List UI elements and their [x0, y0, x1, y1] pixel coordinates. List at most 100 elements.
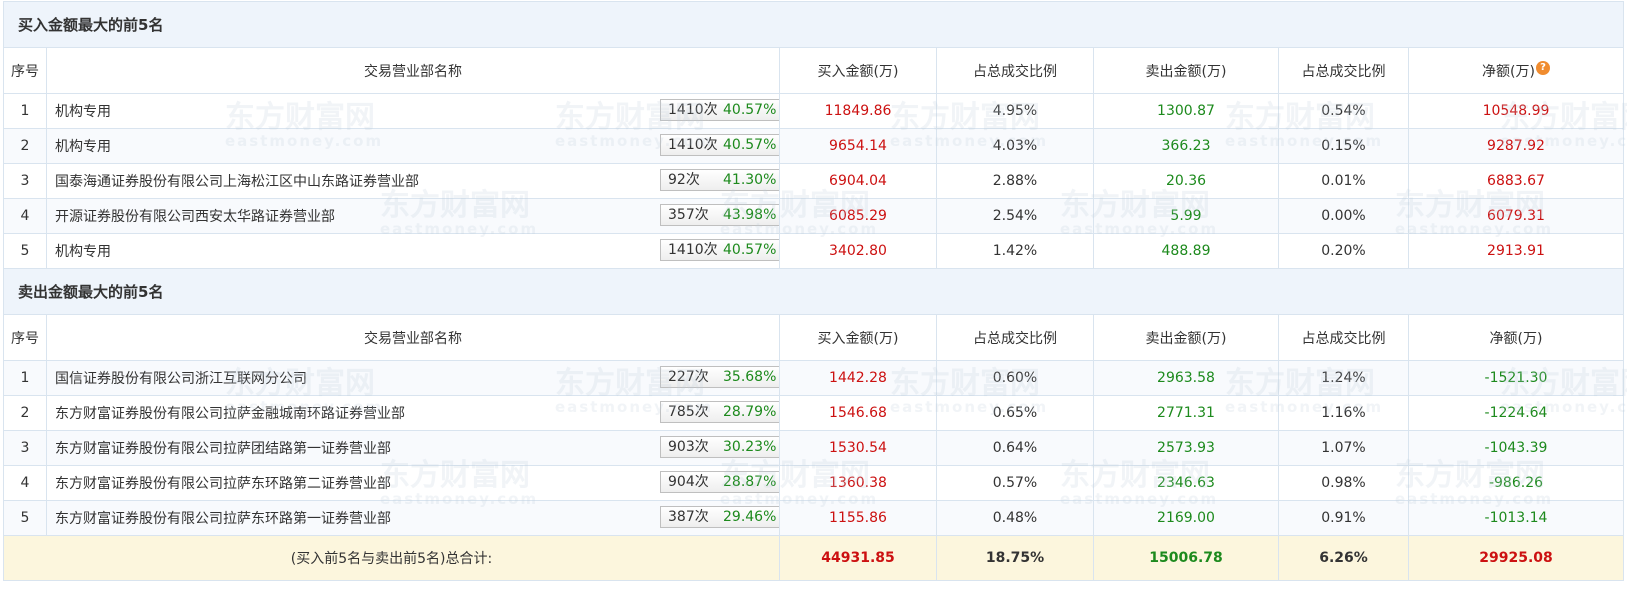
buy-ratio: 4.03%	[936, 128, 1094, 164]
sell-ratio: 1.16%	[1278, 395, 1409, 431]
column-header-label: 序号	[11, 330, 39, 347]
column-header: 买入金额(万)	[779, 47, 937, 94]
buy-ratio: 0.60%	[936, 360, 1094, 396]
sell_section-header-row: 序号 交易营业部名称 买入金额(万) 占总成交比例 卖出金额(万) 占总成交比例 净额(万)	[3, 314, 1624, 361]
buy-ratio: 0.57%	[936, 465, 1094, 501]
sell-amount: 5.99	[1093, 198, 1279, 234]
broker-count: 227次	[668, 369, 709, 385]
broker-name[interactable]: 国信证券股份有限公司浙江互联网分公司	[55, 368, 307, 388]
column-header-label: 交易营业部名称	[364, 63, 462, 80]
broker-win-rate: 28.87%	[723, 474, 777, 490]
broker-count: 1410次	[668, 137, 718, 153]
buy-amount: 6904.04	[779, 163, 937, 199]
broker-win-rate: 35.68%	[723, 369, 777, 385]
sell_section-title-row: 卖出金额最大的前5名	[3, 268, 1624, 315]
broker-name[interactable]: 开源证券股份有限公司西安太华路证券营业部	[55, 206, 335, 226]
column-header-label: 净额(万)	[1482, 63, 1535, 80]
buy-ratio: 2.88%	[936, 163, 1094, 199]
buy-amount: 9654.14	[779, 128, 937, 164]
column-header: 占总成交比例	[1278, 47, 1409, 94]
sell-ratio: 0.98%	[1278, 465, 1409, 501]
broker-count: 357次	[668, 207, 709, 223]
broker-name[interactable]: 机构专用	[55, 241, 111, 261]
section-title: 卖出金额最大的前5名	[3, 268, 1624, 315]
broker-stat-button[interactable]: 227次35.68%?	[660, 366, 779, 388]
buy-amount: 1546.68	[779, 395, 937, 431]
column-header-label: 卖出金额(万)	[1145, 330, 1227, 347]
broker-cell: 国信证券股份有限公司浙江互联网分公司227次35.68%?	[46, 360, 780, 396]
total-net: 29925.08	[1408, 535, 1624, 581]
buy-amount: 6085.29	[779, 198, 937, 234]
broker-win-rate: 28.79%	[723, 404, 777, 420]
broker-cell: 东方财富证券股份有限公司拉萨金融城南环路证券营业部 785次 28.79%	[46, 395, 780, 431]
broker-name[interactable]: 机构专用	[55, 136, 111, 156]
column-header: 买入金额(万)	[779, 314, 937, 361]
broker-name[interactable]: 东方财富证券股份有限公司拉萨团结路第一证券营业部	[55, 438, 391, 458]
broker-stat-button[interactable]: 904次 28.87%	[660, 471, 779, 493]
sell-ratio: 0.20%	[1278, 233, 1409, 269]
broker-name[interactable]: 国泰海通证券股份有限公司上海松江区中山东路证券营业部	[55, 171, 419, 191]
broker-stat-button[interactable]: 1410次40.57%?	[660, 99, 779, 121]
broker-stat-button[interactable]: 387次 29.46%	[660, 506, 779, 528]
buy-ratio: 0.48%	[936, 500, 1094, 536]
column-header: 交易营业部名称	[46, 314, 780, 361]
total-sell-ratio: 6.26%	[1278, 535, 1409, 581]
column-header: 交易营业部名称	[46, 47, 780, 94]
broker-stat-button[interactable]: 357次 43.98%	[660, 204, 779, 226]
net-amount: -986.26	[1408, 465, 1624, 501]
row-rank: 5	[3, 500, 47, 536]
column-header-label: 交易营业部名称	[364, 330, 462, 347]
buy-ratio: 1.42%	[936, 233, 1094, 269]
column-header-label: 占总成交比例	[973, 63, 1057, 80]
sell-amount: 2573.93	[1093, 430, 1279, 466]
column-header: 卖出金额(万)	[1093, 47, 1279, 94]
broker-name[interactable]: 东方财富证券股份有限公司拉萨东环路第一证券营业部	[55, 508, 391, 528]
row-rank: 4	[3, 465, 47, 501]
table-row: 5 东方财富证券股份有限公司拉萨东环路第一证券营业部 387次 29.46% 1155.…	[3, 500, 1624, 536]
broker-stat-button[interactable]: 92次 41.30%	[660, 169, 779, 191]
broker-stat-button[interactable]: 1410次 40.57%	[660, 134, 779, 156]
column-header: 序号	[3, 314, 47, 361]
broker-name[interactable]: 东方财富证券股份有限公司拉萨金融城南环路证券营业部	[55, 403, 405, 423]
section-title: 买入金额最大的前5名	[3, 1, 1624, 48]
sell-amount: 1300.87	[1093, 93, 1279, 129]
broker-cell: 国泰海通证券股份有限公司上海松江区中山东路证券营业部 92次 41.30%	[46, 163, 780, 199]
column-header-label: 买入金额(万)	[817, 63, 899, 80]
table-row: 1机构专用1410次40.57%?11849.864.95%1300.870.5…	[3, 93, 1624, 129]
column-header: 卖出金额(万)	[1093, 314, 1279, 361]
column-header: 净额(万)?	[1408, 47, 1624, 94]
total-label: (买入前5名与卖出前5名)总合计:	[3, 535, 780, 581]
column-header-label: 占总成交比例	[1301, 330, 1386, 347]
sell-amount: 2771.31	[1093, 395, 1279, 431]
sell-ratio: 0.00%	[1278, 198, 1409, 234]
broker-count: 1410次	[668, 102, 718, 118]
table-row: 2 机构专用 1410次 40.57% 9654.14 4.03% 366.23 0.15% 9…	[3, 128, 1624, 164]
broker-cell: 东方财富证券股份有限公司拉萨团结路第一证券营业部 903次 30.23%	[46, 430, 780, 466]
broker-stat-button[interactable]: 785次 28.79%	[660, 401, 779, 423]
broker-cell: 机构专用 1410次40.57%?	[46, 93, 780, 129]
column-header: 净额(万)	[1408, 314, 1624, 361]
buy-amount: 11849.86	[779, 93, 937, 129]
help-icon[interactable]: ?	[1535, 60, 1550, 75]
broker-stat-button[interactable]: 1410次 40.57%	[660, 239, 779, 261]
net-amount: 2913.91	[1408, 233, 1624, 269]
broker-name[interactable]: 机构专用	[55, 101, 111, 121]
row-rank: 1	[3, 93, 47, 129]
row-rank: 3	[3, 430, 47, 466]
broker-win-rate: 41.30%	[723, 172, 777, 188]
sell-ratio: 1.07%	[1278, 430, 1409, 466]
lhb-table-body: 买入金额最大的前5名 序号 交易营业部名称 买入金额(万) 占总成交比例 卖出金额(万) 占…	[3, 1, 1624, 581]
net-amount: -1521.30	[1408, 360, 1624, 396]
sell-amount: 2346.63	[1093, 465, 1279, 501]
column-header: 占总成交比例	[936, 47, 1094, 94]
buy-amount: 1530.54	[779, 430, 937, 466]
row-rank: 5	[3, 233, 47, 269]
column-header-label: 序号	[11, 63, 39, 80]
net-amount: -1043.39	[1408, 430, 1624, 466]
table-row: 4 东方财富证券股份有限公司拉萨东环路第二证券营业部 904次 28.87% 1360.…	[3, 465, 1624, 501]
buy_section-title-row: 买入金额最大的前5名	[3, 1, 1624, 48]
net-amount: 9287.92	[1408, 128, 1624, 164]
broker-stat-button[interactable]: 903次 30.23%	[660, 436, 779, 458]
column-header: 序号	[3, 47, 47, 94]
broker-name[interactable]: 东方财富证券股份有限公司拉萨东环路第二证券营业部	[55, 473, 391, 493]
